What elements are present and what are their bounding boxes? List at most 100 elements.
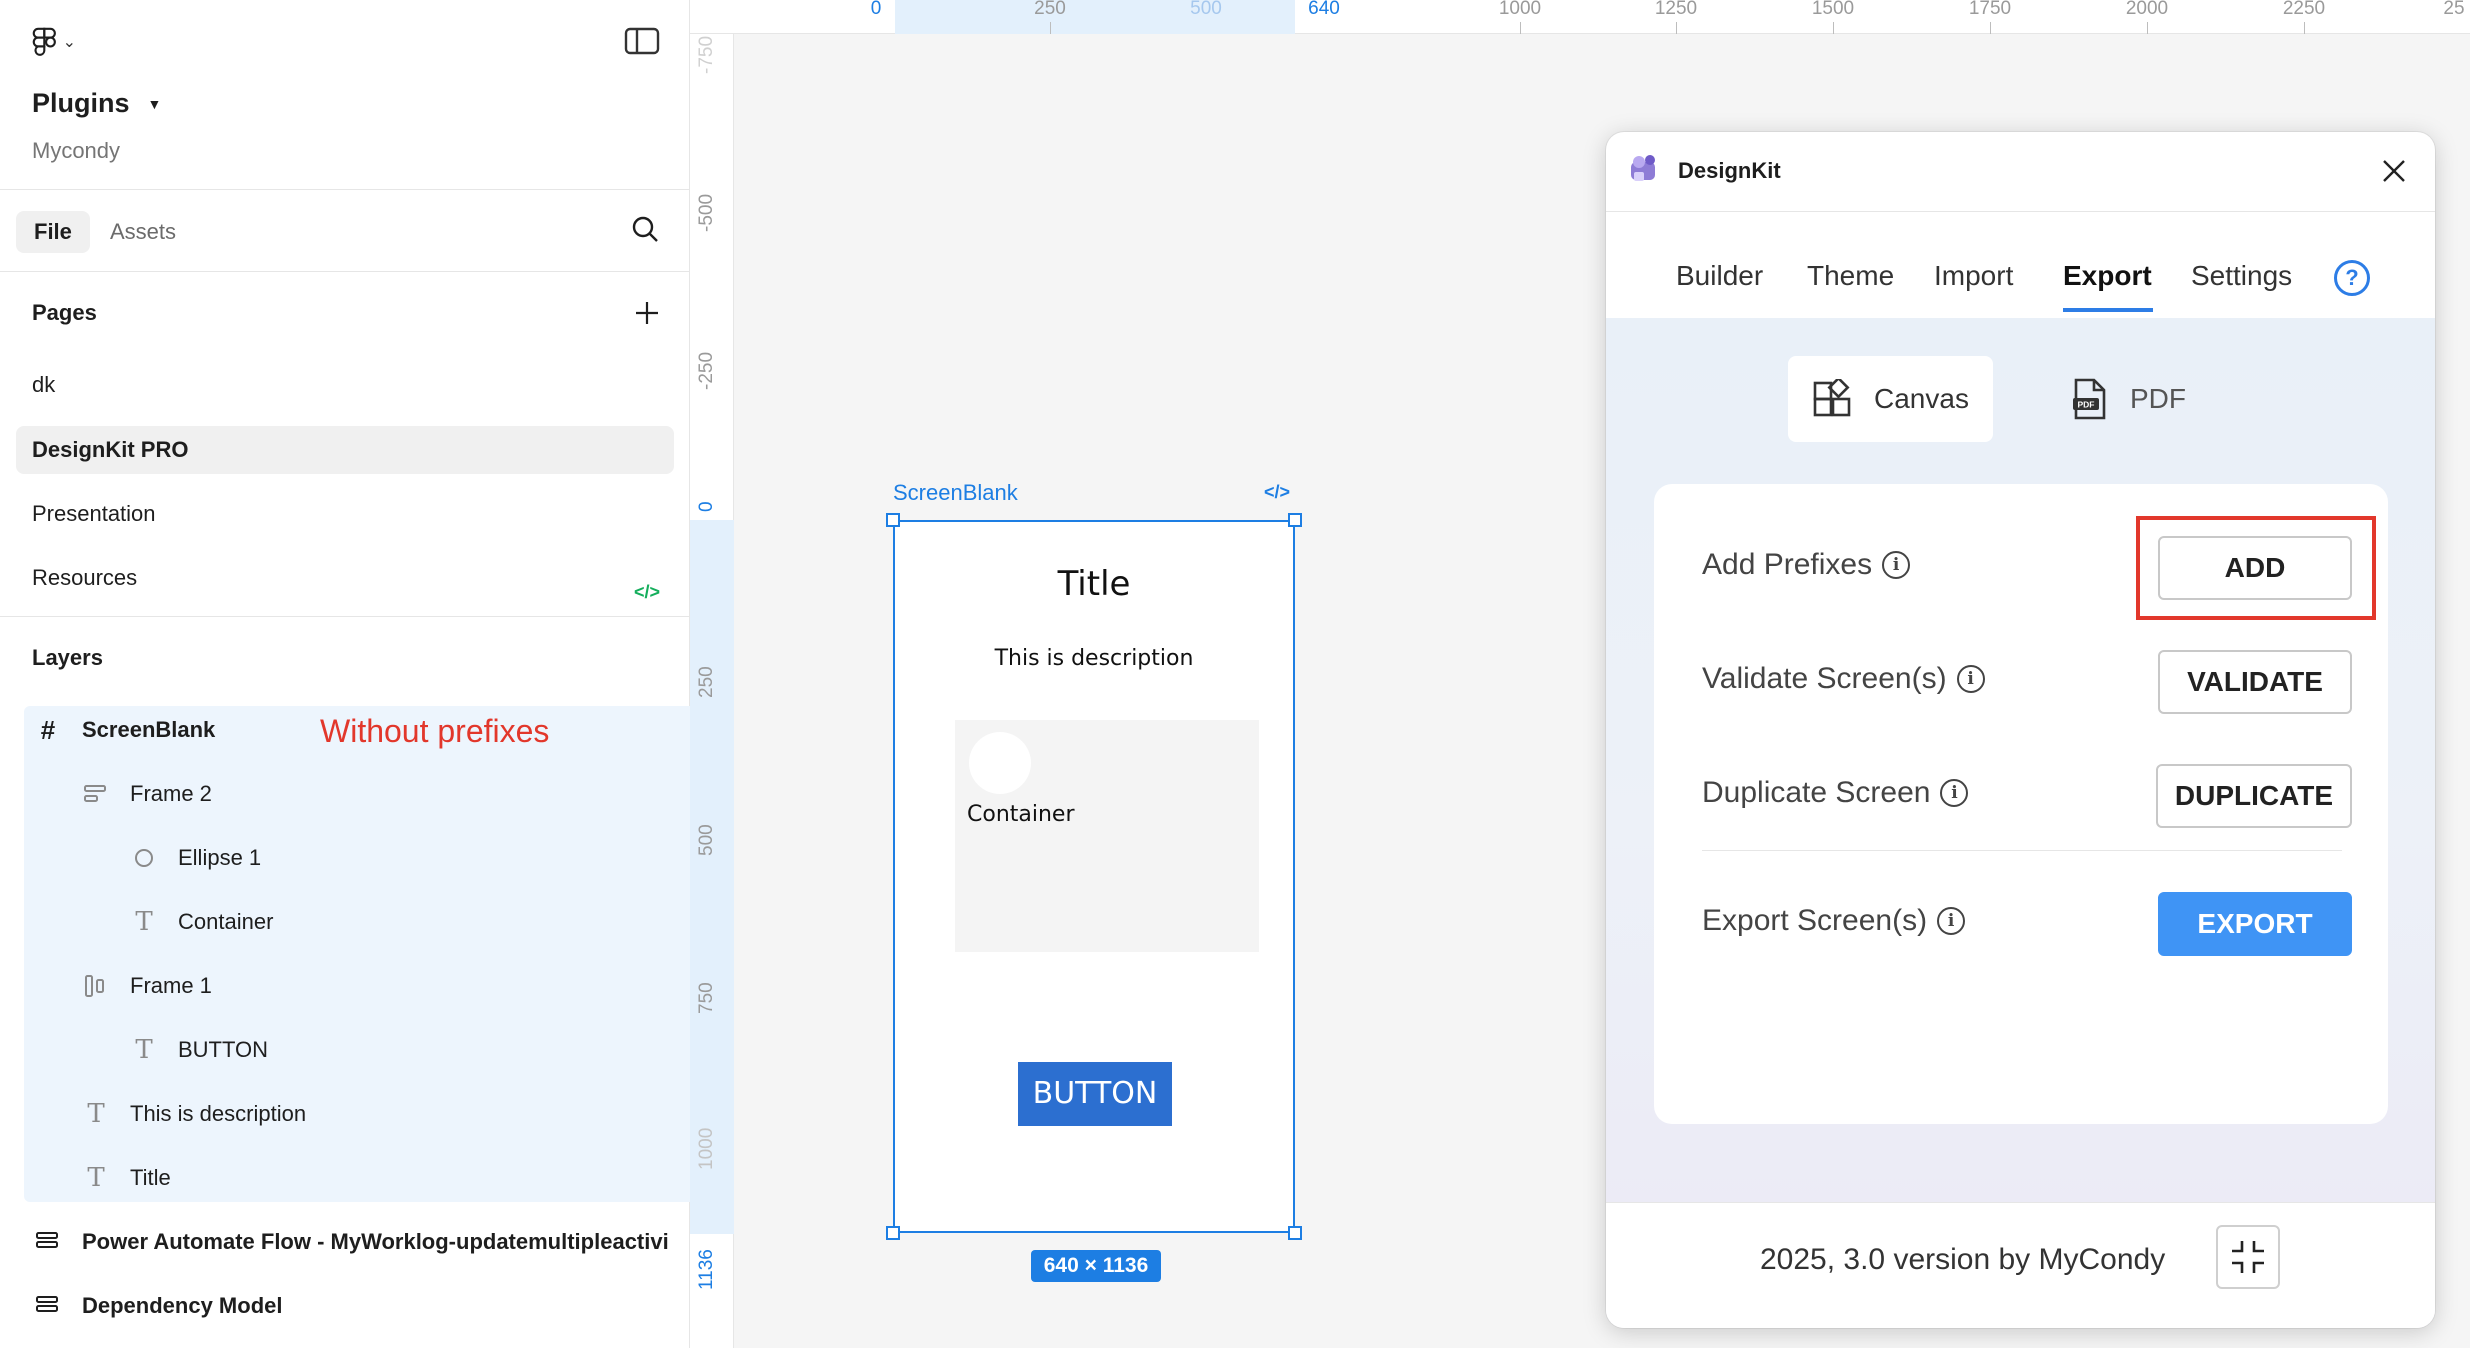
layer-label: Container [178,909,274,934]
frame-container-text: Container [967,802,1075,827]
ruler-label: 0 [696,501,717,512]
export-button[interactable]: EXPORT [2158,892,2352,956]
ruler-tick [1676,22,1677,34]
layer-row-description[interactable]: T This is description [82,1090,306,1138]
pdf-mode-button[interactable]: PDF PDF [2046,356,2210,442]
tab-file[interactable]: File [16,211,90,253]
frame-container: Container [955,720,1259,952]
close-icon[interactable] [2379,156,2409,186]
team-name: Mycondy [32,138,121,163]
layer-row-dependency-model[interactable]: Dependency Model [34,1282,282,1330]
plugin-tabs: Builder Theme Import Export Settings ? [1606,212,2435,318]
ruler-label: -500 [696,193,717,232]
resize-handle[interactable] [1288,513,1302,527]
layer-row-screenblank[interactable]: # ScreenBlank [34,706,216,754]
page-item-resources[interactable]: Resources </> [16,554,674,602]
text-icon: T [87,1099,105,1129]
duplicate-button[interactable]: DUPLICATE [2156,764,2352,828]
validate-button[interactable]: VALIDATE [2158,650,2352,714]
help-icon[interactable]: ? [2334,260,2370,296]
canvas-icon [1813,379,1851,417]
resize-handle[interactable] [886,513,900,527]
tab-theme[interactable]: Theme [1807,260,1894,292]
ruler-label: 0 [870,0,882,19]
main-menu-button[interactable]: ⌄ [32,22,76,62]
action-label: Validate Screen(s) [1702,662,1947,695]
layer-row-title[interactable]: T Title [82,1154,171,1202]
action-row-validate: Validate Screen(s) i [1702,662,1985,696]
page-item-designkit-pro[interactable]: DesignKit PRO [16,426,674,474]
resize-handle[interactable] [1288,1226,1302,1240]
resize-handle[interactable] [886,1226,900,1240]
page-item-dk[interactable]: dk [16,361,674,409]
plus-icon[interactable] [632,298,662,328]
ruler-label: 640 [1308,0,1340,19]
designkit-logo-icon [1631,155,1655,181]
layer-row-power-automate[interactable]: Power Automate Flow - MyWorklog-updatemu… [34,1218,690,1266]
tab-import[interactable]: Import [1934,260,2013,292]
ruler-label: 2000 [2125,0,2169,19]
layer-row-container[interactable]: T Container [130,898,273,946]
canvas-mode-button[interactable]: Canvas [1788,356,1993,442]
tab-settings[interactable]: Settings [2191,260,2292,292]
page-label: Resources [32,565,138,590]
info-icon[interactable]: i [1940,779,1969,807]
ruler-label: -750 [696,35,717,74]
figma-logo-icon [32,27,56,56]
auto-layout-icon [84,785,106,802]
code-icon[interactable]: </> [1264,482,1290,503]
action-label: Duplicate Screen [1702,776,1931,809]
collapse-button[interactable] [2216,1225,2280,1289]
frame-description: This is description [994,646,1194,671]
info-icon[interactable]: i [1956,665,1985,693]
action-row-duplicate: Duplicate Screen i [1702,776,1969,810]
ruler-label: 750 [696,982,717,1014]
frame-ellipse [969,732,1031,794]
frame-name-label[interactable]: ScreenBlank [893,480,1018,506]
ruler-label: 2250 [2282,0,2326,19]
file-name-dropdown[interactable]: Plugins ▼ [32,88,161,119]
tab-export[interactable]: Export [2063,260,2152,292]
plugin-body: Builder Theme Import Export Settings ? C… [1606,212,2435,1328]
search-icon[interactable] [630,214,660,244]
ruler-label: 25 [2443,0,2465,19]
layer-row-ellipse-1[interactable]: Ellipse 1 [130,834,261,882]
layer-row-frame-1[interactable]: Frame 1 [82,962,212,1010]
page-item-presentation[interactable]: Presentation [16,490,674,538]
text-icon: T [135,1035,153,1065]
chevron-down-icon: ⌄ [62,34,76,51]
screenblank-frame[interactable]: Title This is description Container BUTT… [886,513,1302,1240]
ruler-tick [1990,22,1991,34]
auto-layout-icon [85,975,104,997]
ruler-tick [1833,22,1834,34]
info-icon[interactable]: i [1882,551,1911,579]
ruler-label: 500 [696,824,717,856]
layer-label: Frame 2 [130,781,212,806]
ruler-top: 0 250 500 640 1000 1250 1500 1750 2000 2… [690,0,2470,34]
ruler-left: -750 -500 -250 0 250 500 750 1000 1136 [690,34,734,1348]
layer-row-frame-2[interactable]: Frame 2 [82,770,212,818]
ruler-label: 1136 [696,1249,717,1290]
layer-label: ScreenBlank [82,717,216,742]
add-prefixes-button[interactable]: ADD [2158,536,2352,600]
file-header: ⌄ Plugins ▼ Mycondy [0,0,689,190]
ruler-label: 500 [1190,0,1222,19]
tab-builder[interactable]: Builder [1676,260,1763,292]
layers-header: Layers [32,645,103,670]
layer-label: Title [130,1165,171,1190]
text-icon: T [135,907,153,937]
designkit-plugin-window: DesignKit Builder Theme Import Export Se… [1606,132,2435,1328]
ruler-tick [1050,22,1051,34]
collapse-icon [2232,1241,2264,1273]
pdf-icon: PDF [2073,378,2106,420]
tab-assets[interactable]: Assets [110,211,176,253]
auto-layout-icon [36,1296,58,1312]
frame-button: BUTTON [1018,1062,1172,1126]
ruler-label: -250 [696,351,717,390]
ruler-tick [2147,22,2148,34]
sidebar-toggle-icon[interactable] [624,26,660,56]
info-icon[interactable]: i [1937,907,1966,935]
layer-label: Power Automate Flow - MyWorklog-updatemu… [82,1229,669,1254]
action-label: Export Screen(s) [1702,904,1928,937]
layer-row-button[interactable]: T BUTTON [130,1026,268,1074]
